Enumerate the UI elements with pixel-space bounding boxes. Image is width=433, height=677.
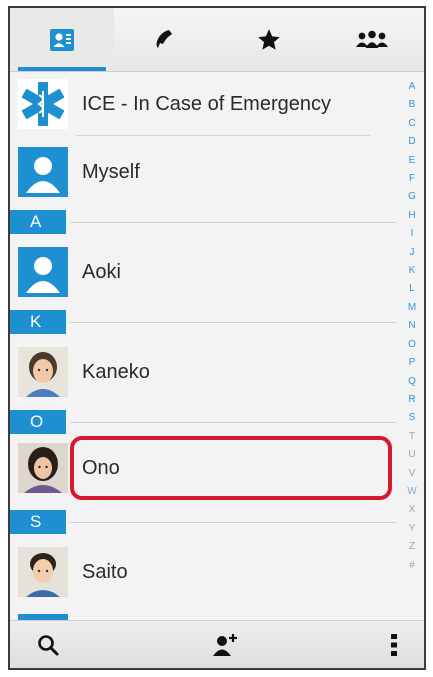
tab-bar — [10, 8, 424, 72]
index-letter[interactable]: D — [408, 133, 415, 151]
section-divider — [70, 422, 396, 423]
section-header-s: S — [10, 510, 66, 534]
group-people-icon — [355, 29, 389, 51]
index-letter[interactable]: M — [408, 299, 416, 317]
default-avatar-icon — [18, 147, 68, 197]
index-letter[interactable]: S — [409, 409, 416, 427]
add-contact-icon[interactable] — [211, 632, 239, 658]
section-header-o: O — [10, 410, 66, 434]
phone-handset-icon — [152, 27, 178, 53]
contact-name: Aoki — [82, 260, 121, 283]
photo-avatar — [18, 443, 68, 493]
index-letter[interactable]: O — [408, 336, 416, 354]
index-letter[interactable]: J — [410, 244, 415, 262]
index-letter[interactable]: L — [409, 280, 415, 298]
ice-star-of-life-icon — [18, 79, 68, 129]
contact-list[interactable]: ICE - In Case of Emergency Myself A Aoki… — [10, 72, 424, 622]
index-letter[interactable]: H — [408, 207, 415, 225]
section-divider — [70, 222, 396, 223]
tab-favorites[interactable] — [217, 8, 321, 71]
index-letter[interactable]: R — [408, 391, 415, 409]
highlight-box — [70, 436, 392, 500]
search-icon[interactable] — [36, 633, 60, 657]
contact-name: Saito — [82, 560, 128, 583]
contact-row-saito[interactable]: Saito — [10, 540, 400, 604]
row-divider — [76, 135, 370, 136]
section-header-k: K — [10, 310, 66, 334]
contact-row-myself[interactable]: Myself — [10, 140, 400, 204]
index-letter[interactable]: K — [409, 262, 416, 280]
index-letter[interactable]: X — [409, 501, 416, 519]
section-divider — [70, 322, 396, 323]
contact-row-aoki[interactable]: Aoki — [10, 240, 400, 304]
contact-name: Myself — [82, 160, 140, 183]
index-letter[interactable]: T — [409, 428, 415, 446]
index-letter[interactable]: Z — [409, 538, 415, 556]
overflow-menu-icon[interactable] — [390, 633, 398, 657]
screen-frame: ICE - In Case of Emergency Myself A Aoki… — [8, 6, 426, 670]
section-header-a: A — [10, 210, 66, 234]
default-avatar-icon — [18, 247, 68, 297]
index-letter[interactable]: A — [409, 78, 416, 96]
contact-name: Kaneko — [82, 360, 150, 383]
index-letter[interactable]: P — [409, 354, 416, 372]
index-letter[interactable]: V — [409, 465, 416, 483]
bottom-action-bar — [10, 620, 424, 668]
index-letter[interactable]: F — [409, 170, 415, 188]
index-letter[interactable]: Y — [409, 520, 416, 538]
index-letter[interactable]: C — [408, 115, 415, 133]
tab-call-log[interactable] — [114, 8, 218, 71]
alphabet-index[interactable]: A B C D E F G H I J K L M N O P Q R S T … — [402, 78, 422, 616]
tab-contacts[interactable] — [10, 8, 114, 71]
photo-avatar — [18, 347, 68, 397]
index-letter[interactable]: E — [409, 152, 416, 170]
contact-row-kaneko[interactable]: Kaneko — [10, 340, 400, 404]
star-icon — [256, 27, 282, 53]
contact-row-ice[interactable]: ICE - In Case of Emergency — [10, 72, 400, 136]
section-divider — [70, 522, 396, 523]
index-letter[interactable]: N — [408, 317, 415, 335]
index-letter[interactable]: I — [411, 225, 414, 243]
contact-name: ICE - In Case of Emergency — [82, 92, 331, 115]
index-letter[interactable]: Q — [408, 373, 416, 391]
tab-groups[interactable] — [321, 8, 425, 71]
contact-card-icon — [49, 28, 75, 52]
photo-avatar — [18, 547, 68, 597]
index-letter[interactable]: W — [407, 483, 416, 501]
index-letter[interactable]: B — [409, 96, 416, 114]
index-letter[interactable]: G — [408, 188, 416, 206]
index-letter[interactable]: # — [409, 557, 415, 575]
index-letter[interactable]: U — [408, 446, 415, 464]
